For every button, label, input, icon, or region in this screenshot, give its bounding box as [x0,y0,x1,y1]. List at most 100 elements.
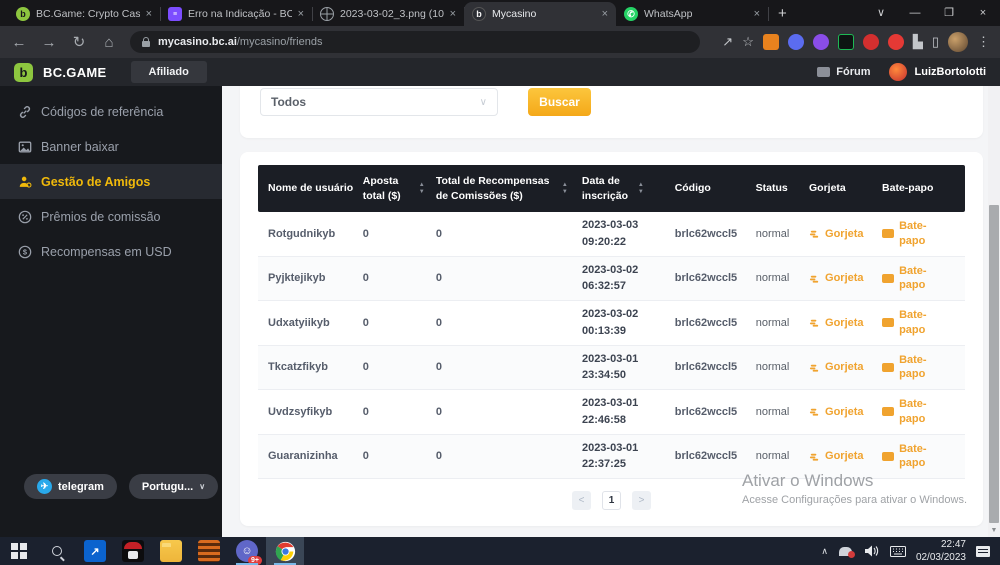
tray-status-icon[interactable] [838,544,854,558]
tip-link[interactable]: Gorjeta [809,406,882,418]
window-maximize-button[interactable]: ❐ [932,0,966,26]
afiliado-nav-button[interactable]: Afiliado [131,61,207,83]
friends-table-card: Nome de usuário Aposta total ($)▲▼ Total… [240,152,983,526]
chat-link[interactable]: Bate-papo [882,442,965,471]
window-minimize-button[interactable]: — [898,0,932,26]
taskbar-app-chrome[interactable] [266,537,304,565]
new-tab-button[interactable]: + [778,5,787,22]
bcgame-favicon: b [16,7,30,21]
start-button[interactable] [0,537,38,565]
address-bar[interactable]: mycasino.bc.ai/mycasino/friends [130,31,700,53]
prev-page-button[interactable]: < [572,491,591,510]
coins-icon [809,451,820,462]
tab-erro-indicacao[interactable]: ≡ Erro na Indicação - BC.Game × [160,2,312,26]
volume-icon[interactable] [864,544,880,558]
tip-link[interactable]: Gorjeta [809,272,882,284]
share-icon[interactable]: ↗ [722,34,733,50]
sidebar-item-codigos-referencia[interactable]: Códigos de referência [0,94,222,129]
table-row: Uvdzsyfikyb 0 0 2023-03-0122:46:58 brlc6… [258,390,965,435]
purple-extension-icon[interactable] [813,34,829,50]
search-button[interactable]: Buscar [528,88,591,116]
home-icon[interactable]: ⌂ [100,34,118,51]
red-extension-icon[interactable] [888,34,904,50]
brand-name[interactable]: BC.GAME [43,65,107,80]
page-scrollbar[interactable]: ▼ [988,86,1000,537]
browser-menu-icon[interactable]: ⋮ [977,34,990,50]
extensions-puzzle-icon[interactable]: ▙ [913,34,923,50]
taskbar-app-dark[interactable] [114,537,152,565]
keyboard-icon[interactable] [890,544,906,558]
tab-close-icon[interactable]: × [602,8,608,20]
cell-date: 2023-03-0206:32:57 [582,262,675,295]
action-center-icon[interactable] [976,546,990,557]
tray-expand-icon[interactable]: ∧ [821,546,828,557]
chat-link[interactable]: Bate-papo [882,264,965,293]
tab-title: 2023-03-02_3.png (1024×76 [340,8,444,20]
cell-date: 2023-03-0200:13:39 [582,306,675,339]
col-header-chat: Bate-papo [882,181,933,195]
browser-profile-avatar[interactable] [948,32,968,52]
chat-link[interactable]: Bate-papo [882,219,965,248]
wallet-extension-icon[interactable] [788,34,804,50]
telegram-button[interactable]: ✈ telegram [24,474,117,499]
sidebar-item-gestao-de-amigos[interactable]: Gestão de Amigos [0,164,222,199]
coins-icon [809,228,820,239]
tab-whatsapp[interactable]: ✆ WhatsApp × [616,2,768,26]
chat-link[interactable]: Bate-papo [882,397,965,426]
tip-link[interactable]: Gorjeta [809,361,882,373]
side-panel-icon[interactable]: ▯ [932,34,939,50]
bookmark-star-icon[interactable]: ☆ [742,34,754,50]
next-page-button[interactable]: > [632,491,651,510]
forum-link[interactable]: Fórum [817,66,870,78]
filter-select[interactable]: Todos ∨ [260,88,498,116]
col-header-status: Status [756,181,788,195]
tip-link[interactable]: Gorjeta [809,450,882,462]
taskbar-search-button[interactable] [38,537,76,565]
tab-close-icon[interactable]: × [754,8,760,20]
sidebar-item-recompensas-usd[interactable]: $ Recompensas em USD [0,234,222,269]
tab-title: WhatsApp [644,8,748,20]
taskbar-app-anydesk[interactable]: ↗ [76,537,114,565]
tip-link[interactable]: Gorjeta [809,228,882,240]
scrollbar-thumb[interactable] [989,205,999,523]
user-avatar[interactable] [889,63,907,81]
x-extension-icon[interactable] [838,34,854,50]
cell-rewards: 0 [436,228,582,240]
username[interactable]: LuizBortolotti [915,66,986,78]
tab-title: BC.Game: Crypto Casino Gam [36,8,140,20]
sidebar-item-premios-comissao[interactable]: Prêmios de comissão [0,199,222,234]
tab-close-icon[interactable]: × [450,8,456,20]
taskbar-file-explorer[interactable] [152,537,190,565]
language-select[interactable]: Portugu... ∨ [129,474,218,499]
filter-select-value: Todos [271,95,306,109]
tab-search-chevron-icon[interactable]: ∨ [864,0,898,26]
sort-icon[interactable]: ▲▼ [419,182,425,195]
chat-link[interactable]: Bate-papo [882,353,965,382]
scrollbar-down-arrow[interactable]: ▼ [988,525,1000,537]
taskbar-app-discord[interactable]: ☺9+ [228,537,266,565]
adblock-extension-icon[interactable] [863,34,879,50]
tab-mycasino-active[interactable]: b Mycasino × [464,2,616,26]
tab-bcgame[interactable]: b BC.Game: Crypto Casino Gam × [8,2,160,26]
sidebar-item-banner-baixar[interactable]: Banner baixar [0,129,222,164]
table-row: Pyjktejikyb 0 0 2023-03-0206:32:57 brlc6… [258,257,965,302]
bcgame-logo-icon[interactable]: b [14,63,33,82]
metamask-extension-icon[interactable] [763,34,779,50]
forum-favicon: ≡ [168,7,182,21]
tab-image-png[interactable]: 2023-03-02_3.png (1024×76 × [312,2,464,26]
reload-icon[interactable]: ↻ [70,33,88,51]
chat-link[interactable]: Bate-papo [882,308,965,337]
tab-close-icon[interactable]: × [146,8,152,20]
back-icon[interactable]: ← [10,34,28,51]
cell-code: brlc62wccl5 [675,450,756,462]
tip-link[interactable]: Gorjeta [809,317,882,329]
window-close-button[interactable]: × [966,0,1000,26]
taskbar-clock[interactable]: 22:47 02/03/2023 [916,538,966,564]
tab-close-icon[interactable]: × [298,8,304,20]
current-page[interactable]: 1 [602,491,621,510]
sort-icon[interactable]: ▲▼ [562,182,568,195]
taskbar-app-orange[interactable] [190,537,228,565]
sort-icon[interactable]: ▲▼ [638,182,644,195]
cell-code: brlc62wccl5 [675,228,756,240]
forward-icon[interactable]: → [40,34,58,51]
